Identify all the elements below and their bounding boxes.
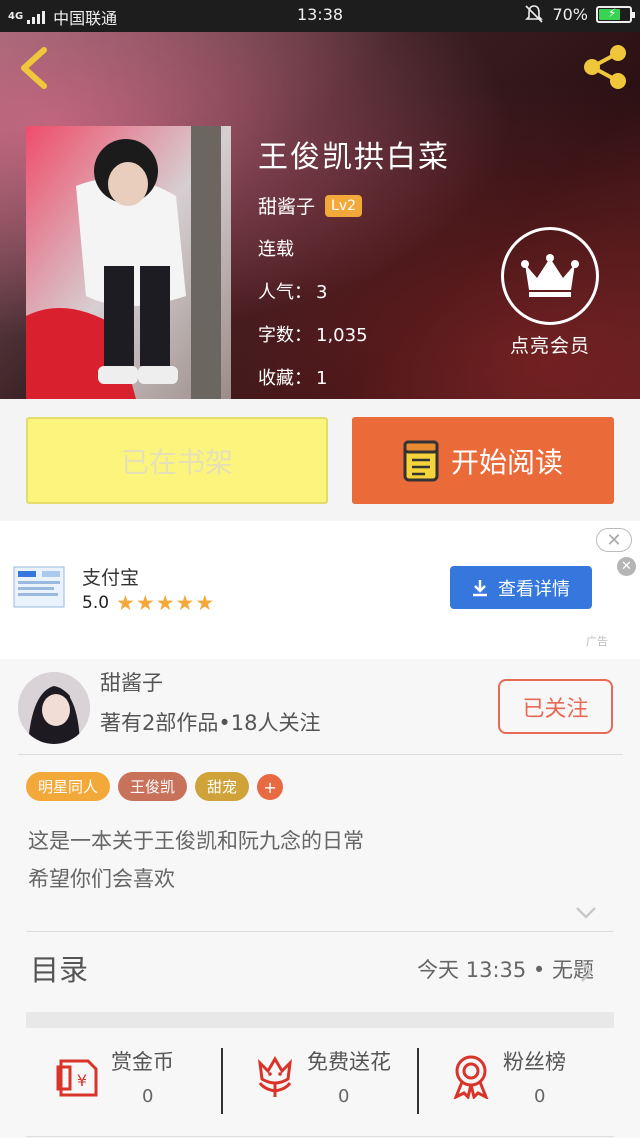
close-icon: ✕ [606, 529, 622, 551]
rating-stars-icon: ★★★★★ [116, 591, 216, 615]
fan-ranking-label: 粉丝榜 [503, 1050, 566, 1074]
reward-coins-button[interactable]: ¥ 赏金币 0 [26, 1028, 222, 1138]
book-detail-page: 4G 中国联通 13:38 70% ⚡ 王俊凯拱白菜 甜酱子 Lv2 连载 人气… [0, 0, 640, 1138]
share-icon[interactable] [580, 42, 630, 92]
fan-ranking-count: 0 [534, 1086, 546, 1107]
tag-list: 明星同人 王俊凯 甜宠 + [26, 772, 284, 801]
popularity-value: 3 [316, 282, 328, 303]
tag-item[interactable]: 甜宠 [195, 772, 250, 801]
chevron-down-icon[interactable] [575, 906, 597, 920]
ad-app-image [12, 557, 66, 623]
book-favorites: 收藏： 1 [258, 364, 327, 390]
author-avatar[interactable] [18, 672, 90, 744]
latest-chapter[interactable]: 今天 13:35 • 无题 [417, 954, 594, 984]
divider [26, 931, 614, 932]
book-icon [403, 440, 439, 481]
popularity-label: 人气： [258, 282, 312, 303]
battery-icon: ⚡ [596, 5, 635, 23]
book-wordcount: 字数： 1,035 [258, 321, 368, 347]
book-cover-image[interactable] [26, 126, 231, 399]
battery-percent: 70% [552, 4, 588, 24]
in-bookshelf-button[interactable]: 已在书架 [26, 417, 328, 504]
status-right: 70% ⚡ [524, 4, 635, 24]
favorites-label: 收藏： [258, 368, 312, 389]
book-title: 王俊凯拱白菜 [258, 140, 450, 175]
add-tag-button[interactable]: + [257, 774, 284, 800]
description-line: 这是一本关于王俊凯和阮九念的日常 [28, 829, 364, 853]
ad-details-button[interactable]: 查看详情 [450, 566, 592, 609]
send-flower-count: 0 [338, 1086, 350, 1107]
back-arrow-icon[interactable] [14, 44, 54, 92]
book-popularity: 人气： 3 [258, 278, 327, 304]
chevron-right-icon[interactable] [580, 961, 594, 983]
reward-coins-count: 0 [142, 1086, 154, 1107]
member-button[interactable]: 点亮会员 [500, 227, 600, 358]
ad-label: 广告 [586, 635, 608, 648]
start-reading-label: 开始阅读 [450, 445, 563, 479]
ad-dismiss-icon[interactable]: ✕ [617, 557, 636, 576]
send-flower-label: 免费送花 [307, 1050, 391, 1074]
tag-item[interactable]: 明星同人 [26, 772, 111, 801]
send-flower-button[interactable]: 免费送花 0 [222, 1028, 418, 1138]
action-bar: 已在书架 开始阅读 [0, 399, 640, 521]
bottom-action-bar: ¥ 赏金币 0 免费送花 0 粉丝榜 0 [26, 1028, 614, 1138]
wordcount-value: 1,035 [316, 325, 368, 346]
ad-rating: 5.0 ★★★★★ [82, 591, 215, 615]
followed-button[interactable]: 已关注 [498, 679, 613, 734]
status-bar: 4G 中国联通 13:38 70% ⚡ [0, 0, 640, 32]
author-section: 甜酱子 著有2部作品•18人关注 已关注 明星同人 王俊凯 甜宠 + 这是一本关… [0, 659, 640, 1138]
fan-ranking-button[interactable]: 粉丝榜 0 [418, 1028, 614, 1138]
status-value: 连载 [258, 239, 294, 260]
flower-icon [257, 1056, 293, 1097]
wordcount-label: 字数： [258, 325, 312, 346]
book-status: 连载 [258, 235, 294, 261]
bell-muted-icon [525, 5, 544, 23]
gold-coin-reward-icon: ¥ [56, 1059, 98, 1097]
ad-rating-value: 5.0 [82, 593, 110, 613]
reward-coins-label: 赏金币 [111, 1050, 174, 1074]
author-stats: 著有2部作品•18人关注 [100, 711, 321, 735]
book-author[interactable]: 甜酱子 [258, 192, 315, 219]
start-reading-button[interactable]: 开始阅读 [352, 417, 614, 504]
author-row: 甜酱子 Lv2 [258, 192, 363, 219]
level-badge: Lv2 [325, 194, 363, 217]
description-line: 希望你们会喜欢 [28, 867, 175, 891]
table-of-contents-link[interactable]: 目录 [30, 947, 88, 989]
award-ribbon-icon [453, 1055, 489, 1099]
download-icon [473, 579, 487, 596]
divider [18, 754, 623, 755]
divider [26, 1136, 614, 1137]
ad-close-button[interactable]: ✕ [596, 528, 632, 552]
crown-icon [521, 254, 579, 297]
ad-app-name: 支付宝 [82, 567, 140, 589]
ad-banner[interactable]: 支付宝 5.0 ★★★★★ 查看详情 ✕ ✕ 广告 [0, 521, 640, 659]
ad-details-label: 查看详情 [498, 578, 570, 600]
cover-illustration [26, 126, 231, 399]
svg-text:¥: ¥ [77, 1071, 87, 1090]
author-name[interactable]: 甜酱子 [100, 667, 163, 697]
book-description: 这是一本关于王俊凯和阮九念的日常 希望你们会喜欢 [28, 822, 364, 898]
crown-icon-circle [501, 227, 599, 325]
favorites-value: 1 [316, 368, 328, 389]
book-header: 王俊凯拱白菜 甜酱子 Lv2 连载 人气：3 字数：1,035 收藏：1 [0, 32, 640, 399]
tag-item[interactable]: 王俊凯 [118, 772, 188, 801]
section-gap [26, 1012, 614, 1028]
member-label: 点亮会员 [509, 335, 590, 357]
